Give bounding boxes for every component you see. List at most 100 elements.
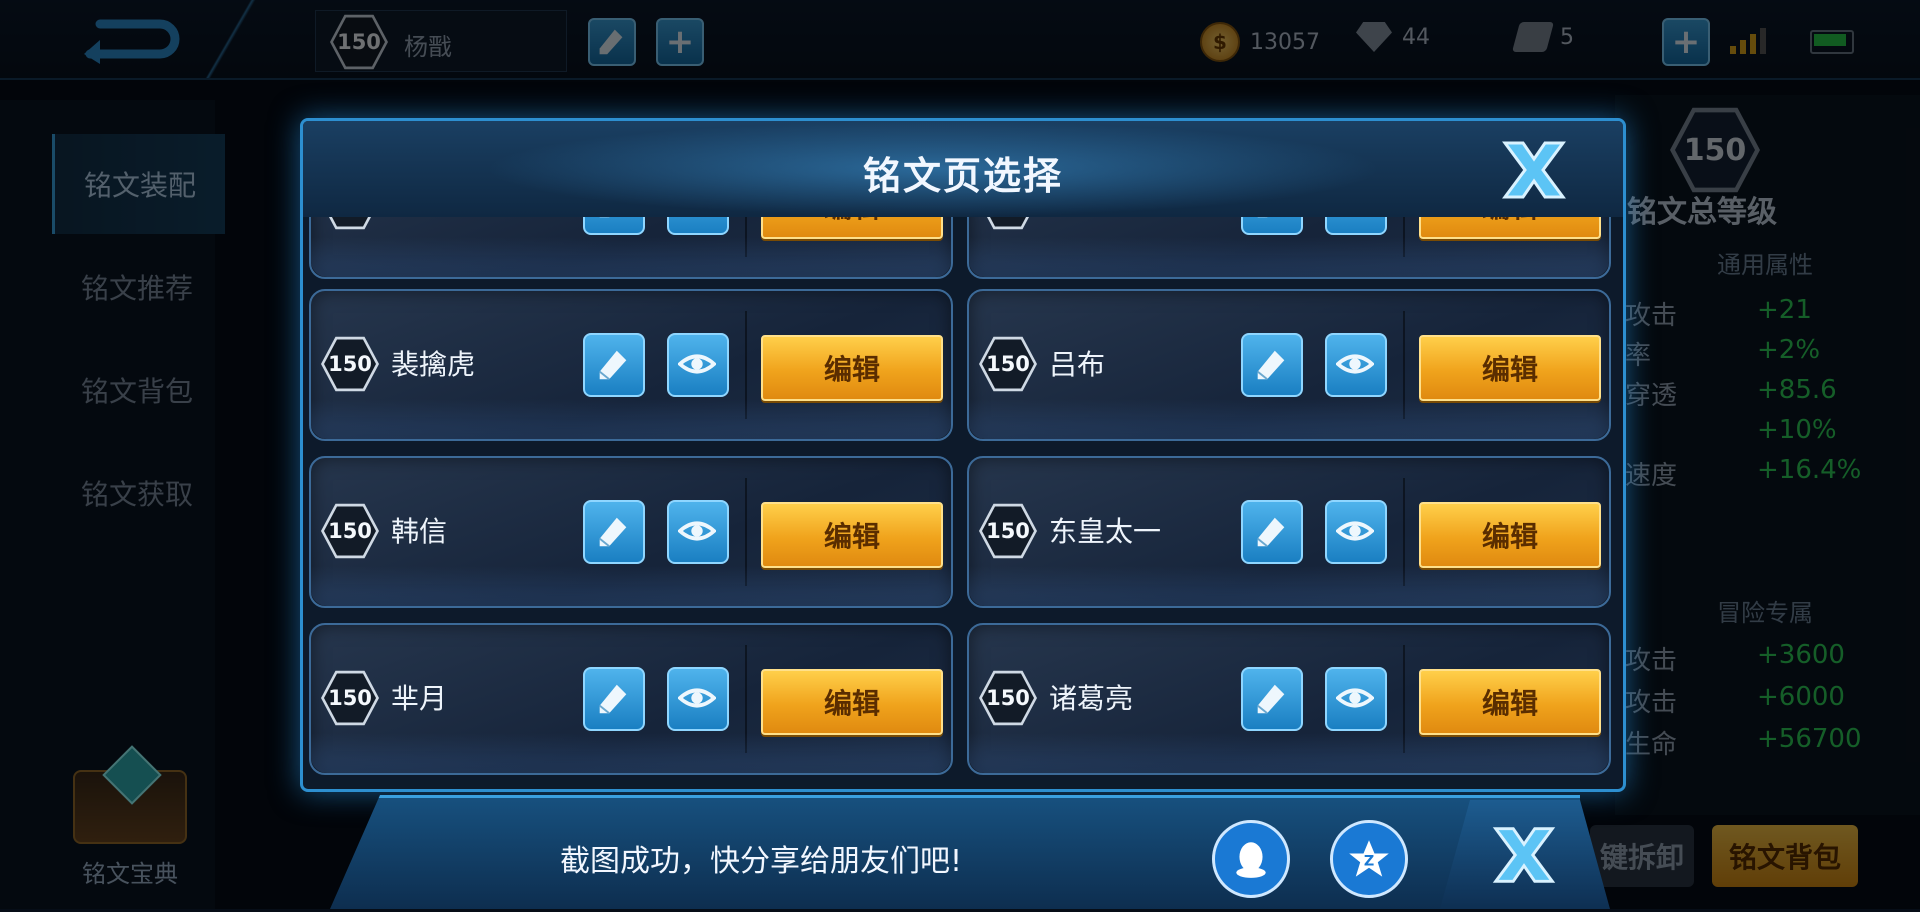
- inscription-bag-button[interactable]: 铭文背包: [1712, 825, 1858, 887]
- preview-page-button[interactable]: [1325, 217, 1387, 235]
- dialog-close-button[interactable]: [1493, 135, 1575, 205]
- page-card[interactable]: 150 诸葛亮 编辑: [967, 623, 1611, 775]
- card-separator: [745, 645, 747, 753]
- page-level: 150: [324, 506, 376, 556]
- qq-penguin-icon: [1236, 842, 1266, 878]
- nav-item-label: 铭文装配: [83, 169, 196, 202]
- rename-page-button[interactable]: [583, 217, 645, 235]
- edit-label: 编辑: [824, 217, 880, 226]
- stat-value: +56700: [1757, 724, 1862, 754]
- codex-button[interactable]: 铭文宝典: [70, 770, 190, 890]
- eye-icon: [1336, 521, 1374, 541]
- total-level: 150: [1675, 112, 1755, 188]
- stat-value: +16.4%: [1757, 455, 1862, 485]
- adventure-stats-heading: 冒险专属: [1717, 599, 1813, 627]
- pencil-icon: [599, 217, 610, 218]
- card-separator: [1403, 645, 1405, 753]
- qzone-star-icon: Z: [1349, 840, 1389, 877]
- preview-page-button[interactable]: [667, 667, 729, 731]
- page-card[interactable]: 150 裴擒虎 编辑: [309, 289, 953, 441]
- page-card[interactable]: 150 刘备 编辑: [309, 217, 953, 279]
- edit-page-button[interactable]: 编辑: [1419, 502, 1601, 568]
- ticket-counter: 5: [1511, 22, 1574, 52]
- page-level: 150: [324, 673, 376, 723]
- page-card[interactable]: 150 貂蝉 编辑: [967, 217, 1611, 279]
- stat-value: +3600: [1757, 640, 1845, 670]
- stat-key: 穿透: [1625, 381, 1678, 411]
- page-level: 150: [982, 339, 1034, 389]
- codex-label: 铭文宝典: [82, 860, 178, 888]
- hero-name: 裴擒虎: [391, 348, 476, 381]
- battery-icon: [1810, 30, 1854, 54]
- nav-item-obtain[interactable]: 铭文获取: [52, 443, 222, 543]
- rename-page-button[interactable]: [1241, 333, 1303, 397]
- page-card[interactable]: 150 芈月 编辑: [309, 623, 953, 775]
- gem-counter: 44: [1356, 22, 1430, 52]
- edit-label: 编辑: [1481, 353, 1538, 386]
- unload-all-button[interactable]: 键拆卸: [1590, 825, 1694, 887]
- pencil-icon: [599, 684, 627, 714]
- edit-page-button[interactable]: 编辑: [1419, 217, 1601, 239]
- page-card[interactable]: 150 吕布 编辑: [967, 289, 1611, 441]
- gem-amount: 44: [1402, 24, 1430, 50]
- eye-icon: [678, 354, 716, 374]
- codex-book-icon: [73, 770, 187, 844]
- gold-counter: $ 13057: [1200, 22, 1320, 62]
- eye-icon: [1336, 217, 1374, 221]
- edit-page-button[interactable]: 编辑: [761, 502, 943, 568]
- inscription-bag-label: 铭文背包: [1728, 841, 1841, 874]
- rename-button[interactable]: [588, 18, 636, 66]
- rename-page-button[interactable]: [583, 333, 645, 397]
- nav-item-label: 铭文推荐: [80, 272, 193, 305]
- general-stats-heading: 通用属性: [1717, 251, 1813, 279]
- preview-page-button[interactable]: [1325, 333, 1387, 397]
- edit-page-button[interactable]: 编辑: [761, 335, 943, 401]
- edit-page-button[interactable]: 编辑: [1419, 335, 1601, 401]
- nav-item-assemble[interactable]: 铭文装配: [52, 134, 225, 234]
- pencil-icon: [1257, 517, 1285, 547]
- edit-page-button[interactable]: 编辑: [1419, 669, 1601, 735]
- page-card[interactable]: 150 韩信 编辑: [309, 456, 953, 608]
- preview-page-button[interactable]: [667, 333, 729, 397]
- rename-page-button[interactable]: [583, 667, 645, 731]
- card-separator: [1403, 311, 1405, 419]
- preview-page-button[interactable]: [1325, 500, 1387, 564]
- recharge-button[interactable]: +: [1662, 18, 1710, 66]
- pencil-icon: [599, 29, 623, 55]
- nav-item-recommend[interactable]: 铭文推荐: [52, 237, 222, 337]
- edit-page-button[interactable]: 编辑: [761, 217, 943, 239]
- preview-page-button[interactable]: [667, 500, 729, 564]
- hero-name: 东皇太一: [1049, 515, 1162, 548]
- stat-key: 攻击: [1625, 646, 1678, 676]
- rename-page-button[interactable]: [1241, 667, 1303, 731]
- page-level-badge: 150: [321, 503, 379, 559]
- rename-page-button[interactable]: [583, 500, 645, 564]
- share-qzone-button[interactable]: Z: [1330, 820, 1408, 898]
- preview-page-button[interactable]: [1325, 667, 1387, 731]
- stat-key: 攻击: [1625, 301, 1678, 331]
- rename-page-button[interactable]: [1241, 217, 1303, 235]
- diamond-icon: [1356, 22, 1392, 52]
- page-list[interactable]: 150 刘备 编辑 150 貂蝉 编辑 150 裴擒: [303, 217, 1623, 789]
- eye-icon: [1336, 688, 1374, 708]
- add-page-button[interactable]: +: [656, 18, 704, 66]
- dialog-header: 铭文页选择: [303, 121, 1623, 220]
- back-button[interactable]: [70, 14, 190, 64]
- player-info[interactable]: 150 杨戬: [315, 10, 567, 72]
- stat-value: +2%: [1757, 335, 1821, 365]
- edit-label: 编辑: [1481, 520, 1538, 553]
- page-card[interactable]: 150 东皇太一 编辑: [967, 456, 1611, 608]
- page-level-badge: 150: [321, 217, 379, 230]
- page-level-badge: 150: [321, 336, 379, 392]
- rename-page-button[interactable]: [1241, 500, 1303, 564]
- card-separator: [1403, 217, 1405, 257]
- preview-page-button[interactable]: [667, 217, 729, 235]
- total-level-title: 铭文总等级: [1627, 195, 1777, 230]
- edit-page-button[interactable]: 编辑: [761, 669, 943, 735]
- card-separator: [745, 311, 747, 419]
- pencil-icon: [599, 350, 627, 380]
- share-qq-button[interactable]: [1212, 820, 1290, 898]
- edit-label: 编辑: [1481, 687, 1538, 720]
- nav-item-bag[interactable]: 铭文背包: [52, 340, 222, 440]
- stat-value: +21: [1757, 295, 1812, 325]
